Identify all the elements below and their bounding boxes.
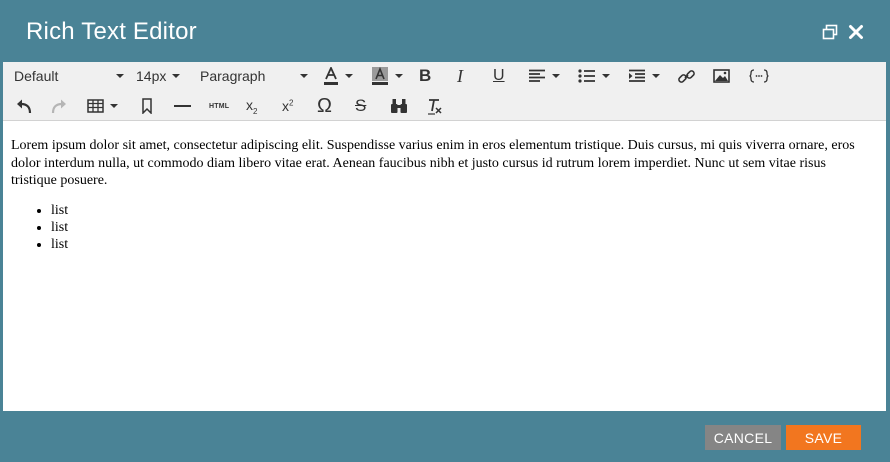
save-button[interactable]: SAVE	[786, 425, 861, 450]
editor-content[interactable]: Lorem ipsum dolor sit amet, consectetur …	[3, 121, 886, 411]
indent-icon	[629, 69, 645, 82]
code-braces-icon	[749, 69, 769, 83]
horizontal-rule-button[interactable]	[174, 94, 192, 118]
insert-link-button[interactable]	[678, 64, 696, 88]
redo-button[interactable]	[51, 94, 69, 118]
dialog-footer: CANCEL SAVE	[0, 411, 890, 462]
chevron-down-icon	[552, 74, 560, 78]
dialog-title: Rich Text Editor	[26, 18, 197, 45]
italic-button[interactable]: I	[457, 64, 475, 88]
close-icon[interactable]	[846, 22, 866, 42]
horizontal-line-icon	[174, 105, 191, 107]
redo-icon	[51, 99, 66, 114]
font-family-dropdown[interactable]: Default	[14, 64, 124, 88]
list-item: list	[51, 219, 68, 236]
text-color-icon	[324, 67, 338, 85]
html-icon: HTML	[209, 102, 230, 110]
background-color-button[interactable]	[371, 64, 407, 88]
italic-icon: I	[457, 65, 463, 86]
undo-button[interactable]	[16, 94, 34, 118]
bold-icon: B	[419, 66, 432, 85]
chevron-down-icon	[395, 74, 403, 78]
omega-icon: Ω	[317, 94, 332, 117]
chevron-down-icon	[602, 74, 610, 78]
bookmark-button[interactable]	[141, 94, 155, 118]
underline-icon: U	[493, 67, 505, 84]
chevron-down-icon	[300, 74, 308, 78]
font-family-value: Default	[14, 68, 59, 84]
background-color-icon	[372, 67, 388, 85]
clear-formatting-icon	[428, 98, 442, 115]
superscript-button[interactable]: x2	[282, 94, 300, 118]
rich-text-editor-dialog: Rich Text Editor Default 14px Paragraph …	[0, 0, 890, 462]
superscript-icon: x2	[282, 98, 294, 114]
align-left-icon	[529, 69, 545, 82]
subscript-button[interactable]: x2	[246, 94, 264, 118]
bookmark-icon	[142, 98, 152, 114]
strikethrough-icon: S	[355, 96, 367, 115]
list-item: list	[51, 202, 68, 219]
binoculars-icon	[391, 99, 407, 113]
align-dropdown[interactable]	[528, 64, 562, 88]
table-icon	[87, 99, 104, 113]
chevron-down-icon	[116, 74, 124, 78]
table-dropdown[interactable]	[87, 94, 121, 118]
strikethrough-button[interactable]: S	[355, 94, 373, 118]
content-paragraph: Lorem ipsum dolor sit amet, consectetur …	[11, 138, 855, 188]
link-icon	[678, 69, 695, 83]
bullet-list-dropdown[interactable]	[578, 64, 612, 88]
editor-toolbar: Default 14px Paragraph B I U HTML x2 x2 …	[3, 62, 886, 121]
undo-icon	[17, 99, 32, 114]
insert-token-button[interactable]	[749, 64, 771, 88]
list-item: list	[51, 236, 68, 253]
insert-image-button[interactable]	[713, 64, 731, 88]
font-size-value: 14px	[136, 68, 167, 84]
source-code-button[interactable]: HTML	[209, 94, 231, 118]
chevron-down-icon	[172, 74, 181, 78]
subscript-icon: x2	[246, 96, 258, 116]
bold-button[interactable]: B	[419, 64, 437, 88]
underline-button[interactable]: U	[493, 64, 511, 88]
bullet-list: list list list	[3, 202, 68, 253]
block-format-dropdown[interactable]: Paragraph	[200, 64, 308, 88]
chevron-down-icon	[110, 104, 118, 108]
font-size-dropdown[interactable]: 14px	[136, 64, 186, 88]
special-character-button[interactable]: Ω	[317, 94, 337, 118]
bullet-list-icon	[578, 69, 595, 83]
chevron-down-icon	[652, 74, 660, 78]
dialog-header: Rich Text Editor	[0, 0, 890, 62]
indent-dropdown[interactable]	[628, 64, 662, 88]
restore-window-icon[interactable]	[820, 22, 840, 42]
chevron-down-icon	[345, 74, 353, 78]
find-replace-button[interactable]	[390, 94, 410, 118]
image-icon	[713, 69, 730, 83]
block-format-value: Paragraph	[200, 68, 266, 84]
clear-formatting-button[interactable]	[427, 94, 445, 118]
cancel-button[interactable]: CANCEL	[705, 425, 781, 450]
editor-area: Default 14px Paragraph B I U HTML x2 x2 …	[3, 62, 886, 411]
text-color-button[interactable]	[323, 64, 359, 88]
